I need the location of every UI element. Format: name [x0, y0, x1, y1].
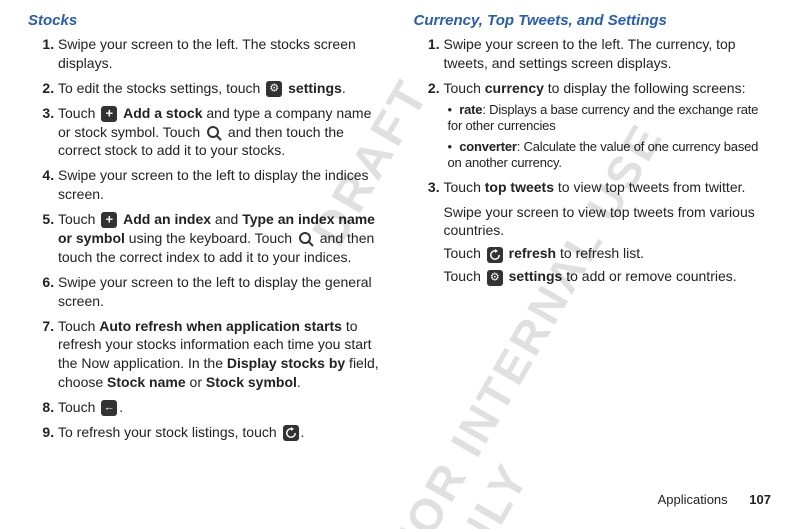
rstep-2-text-a: Touch [444, 80, 485, 96]
para-settings-a: Touch [444, 268, 485, 284]
refresh-icon [283, 425, 299, 441]
rstep-2-text-c: to display the following screens: [544, 80, 746, 96]
gear-icon [266, 81, 282, 97]
footer-section: Applications [658, 492, 728, 507]
search-icon [298, 231, 314, 247]
step-7-text-i: . [297, 374, 301, 390]
bullet-converter-key: converter [459, 139, 516, 154]
para-settings-c: to add or remove countries. [562, 268, 736, 284]
step-3-text-b: Add a stock [123, 105, 202, 121]
para-settings: Touch settings to add or remove countrie… [444, 267, 774, 286]
step-2-text-c: . [342, 80, 346, 96]
heading-stocks: Stocks [28, 12, 388, 29]
manual-page: DRAFT FOR INTERNAL USE ONLY Stocks Swipe… [0, 0, 801, 529]
step-6: Swipe your screen to the left to display… [58, 273, 388, 311]
currency-bullets: rate: Displays a base currency and the e… [444, 102, 774, 172]
step-3: Touch Add a stock and type a company nam… [58, 104, 388, 161]
step-7-text-b: Auto refresh when application starts [99, 318, 342, 334]
step-2-text-a: To edit the stocks settings, touch [58, 80, 264, 96]
rstep-3: Touch top tweets to view top tweets from… [444, 178, 774, 197]
currency-steps: Swipe your screen to the left. The curre… [414, 35, 774, 197]
rstep-1: Swipe your screen to the left. The curre… [444, 35, 774, 73]
stocks-steps: Swipe your screen to the left. The stock… [28, 35, 388, 442]
right-column: Currency, Top Tweets, and Settings Swipe… [414, 12, 774, 448]
rstep-3-text-b: top tweets [485, 179, 554, 195]
step-2-text-b: settings [288, 80, 342, 96]
step-7-text-d: Display stocks by [227, 355, 345, 371]
back-icon [101, 400, 117, 416]
refresh-icon [487, 247, 503, 263]
step-5: Touch Add an index and Type an index nam… [58, 210, 388, 267]
step-7-text-g: or [186, 374, 206, 390]
step-9-text-b: . [301, 424, 305, 440]
rstep-3-text-c: to view top tweets from twitter. [554, 179, 745, 195]
gear-icon [487, 270, 503, 286]
para-refresh-b: refresh [509, 245, 556, 261]
step-7-text-a: Touch [58, 318, 99, 334]
step-4: Swipe your screen to the left to display… [58, 166, 388, 204]
step-5-text-e: using the keyboard. Touch [125, 230, 296, 246]
step-5-text-b: Add an index [123, 211, 211, 227]
step-2: To edit the stocks settings, touch setti… [58, 79, 388, 98]
bullet-rate-key: rate [459, 102, 482, 117]
step-8-text-a: Touch [58, 399, 99, 415]
para-refresh-c: to refresh list. [556, 245, 644, 261]
heading-currency: Currency, Top Tweets, and Settings [414, 12, 774, 29]
step-9-text-a: To refresh your stock listings, touch [58, 424, 281, 440]
step-7: Touch Auto refresh when application star… [58, 317, 388, 393]
bullet-rate: rate: Displays a base currency and the e… [448, 102, 774, 135]
search-icon [206, 125, 222, 141]
step-5-text-c: and [211, 211, 242, 227]
para-settings-b: settings [509, 268, 563, 284]
rstep-2-text-b: currency [485, 80, 544, 96]
plus-icon [101, 212, 117, 228]
rstep-2: Touch currency to display the following … [444, 79, 774, 172]
footer-page-number: 107 [749, 492, 771, 507]
step-9: To refresh your stock listings, touch . [58, 423, 388, 442]
para-refresh-a: Touch [444, 245, 485, 261]
para-swipe: Swipe your screen to view top tweets fro… [444, 203, 774, 241]
step-8: Touch . [58, 398, 388, 417]
plus-icon [101, 106, 117, 122]
step-7-text-f: Stock name [107, 374, 186, 390]
para-refresh: Touch refresh to refresh list. [444, 244, 774, 263]
step-5-text-a: Touch [58, 211, 99, 227]
step-8-text-b: . [119, 399, 123, 415]
step-3-text-a: Touch [58, 105, 99, 121]
page-footer: Applications 107 [658, 492, 771, 507]
bullet-rate-text: : Displays a base currency and the excha… [448, 102, 759, 133]
step-1: Swipe your screen to the left. The stock… [58, 35, 388, 73]
rstep-3-text-a: Touch [444, 179, 485, 195]
left-column: Stocks Swipe your screen to the left. Th… [28, 12, 388, 448]
step-7-text-h: Stock symbol [206, 374, 297, 390]
bullet-converter: converter: Calculate the value of one cu… [448, 139, 774, 172]
content-columns: Stocks Swipe your screen to the left. Th… [28, 12, 773, 448]
